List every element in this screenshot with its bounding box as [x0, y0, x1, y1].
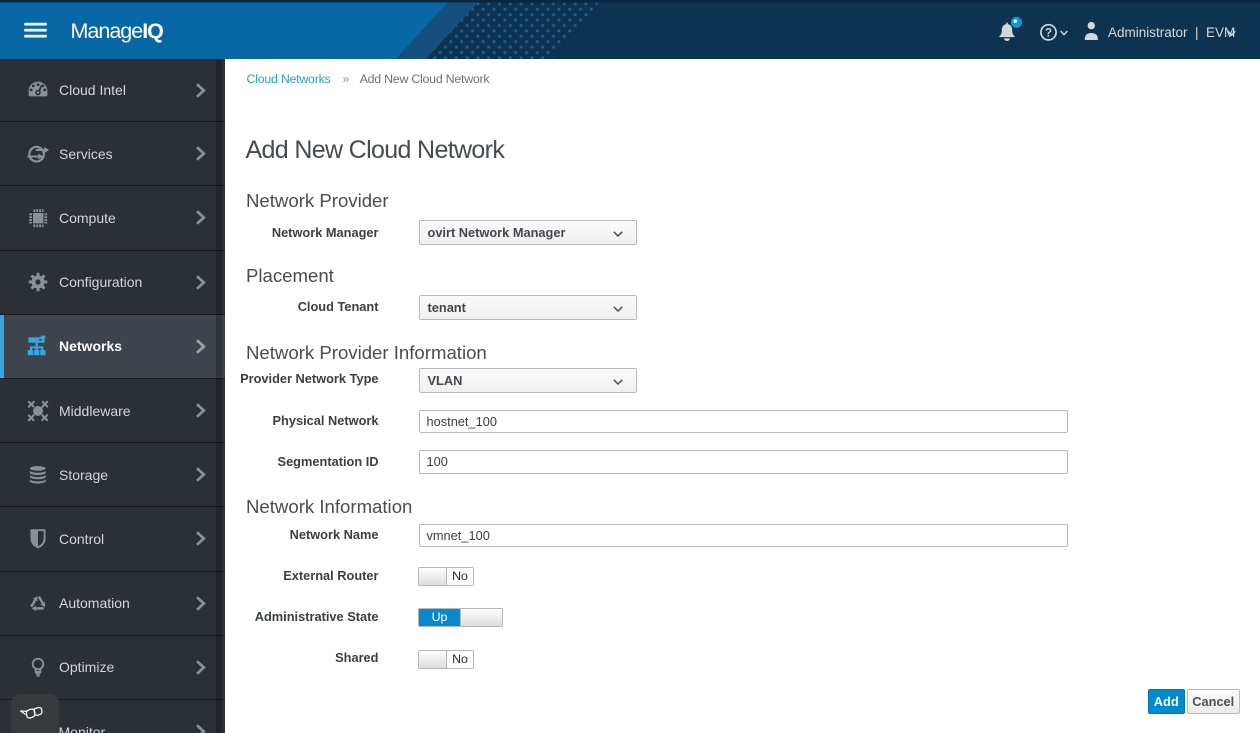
svg-text:?: ?	[1045, 27, 1052, 39]
